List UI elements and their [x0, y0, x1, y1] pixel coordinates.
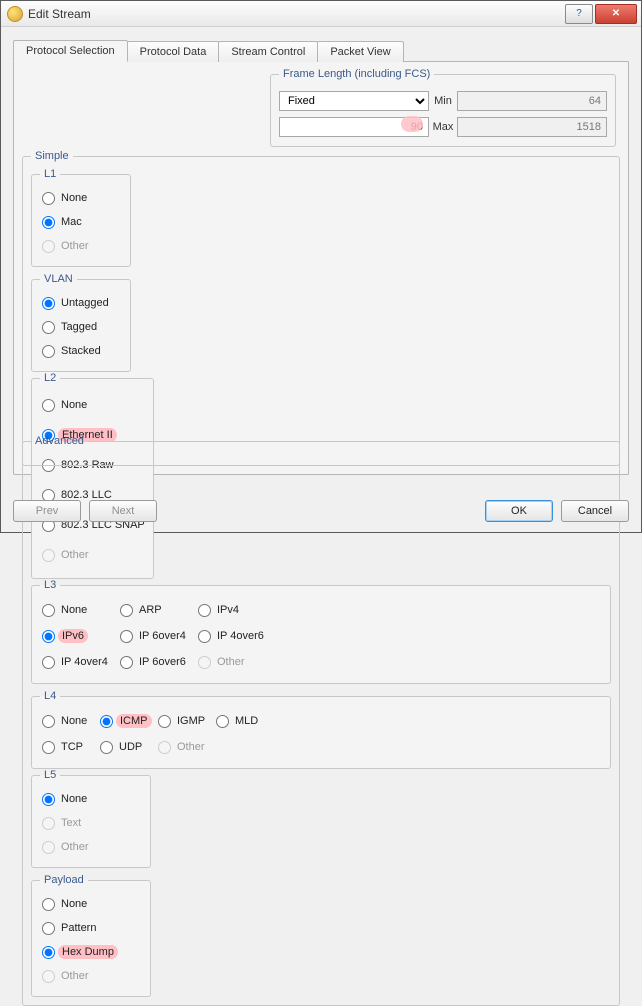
- l4-mld[interactable]: MLD: [214, 709, 272, 733]
- l4-igmp[interactable]: IGMP: [156, 709, 214, 733]
- l4-other: Other: [156, 735, 214, 759]
- vlan-untagged[interactable]: Untagged: [40, 291, 122, 315]
- next-button[interactable]: Next: [89, 500, 157, 522]
- l4-tcp[interactable]: TCP: [40, 735, 98, 759]
- l3-group: L3 None ARP IPv4 IPv6 IP 6over4 IP 4over…: [31, 579, 611, 684]
- tab-bar: Protocol Selection Protocol Data Stream …: [13, 39, 629, 61]
- tab-protocol-data[interactable]: Protocol Data: [127, 41, 220, 62]
- simple-legend: Simple: [31, 150, 73, 162]
- simple-group: Simple L1 None Mac Other VLAN: [22, 150, 620, 1006]
- l1-mac[interactable]: Mac: [40, 210, 122, 234]
- max-label: Max: [429, 121, 457, 133]
- payload-legend: Payload: [40, 874, 88, 886]
- ok-button[interactable]: OK: [485, 500, 553, 522]
- titlebar: Edit Stream ? ✕: [1, 1, 641, 27]
- app-icon: [7, 6, 23, 22]
- l1-group: L1 None Mac Other: [31, 168, 131, 267]
- payload-hexdump[interactable]: Hex Dump: [40, 940, 142, 964]
- vlan-stacked[interactable]: Stacked: [40, 339, 122, 363]
- l4-none[interactable]: None: [40, 709, 98, 733]
- min-value[interactable]: [457, 91, 607, 111]
- payload-group: Payload None Pattern Hex Dump Other: [31, 874, 151, 997]
- dialog-footer: Prev Next OK Cancel: [13, 500, 629, 522]
- close-button[interactable]: ✕: [595, 4, 637, 24]
- help-button[interactable]: ?: [565, 4, 593, 24]
- l3-arp[interactable]: ARP: [118, 598, 196, 622]
- l3-other: Other: [196, 650, 274, 674]
- vlan-legend: VLAN: [40, 273, 77, 285]
- tab-stream-control[interactable]: Stream Control: [218, 41, 318, 62]
- frame-length-value[interactable]: [279, 117, 429, 137]
- l5-none[interactable]: None: [40, 787, 142, 811]
- l4-group: L4 None ICMP IGMP MLD TCP UDP Other: [31, 690, 611, 769]
- frame-length-legend: Frame Length (including FCS): [279, 68, 434, 80]
- payload-pattern[interactable]: Pattern: [40, 916, 142, 940]
- vlan-tagged[interactable]: Tagged: [40, 315, 122, 339]
- l1-other: Other: [40, 234, 122, 258]
- min-label: Min: [429, 95, 457, 107]
- l3-ip6over4[interactable]: IP 6over4: [118, 624, 196, 648]
- l3-legend: L3: [40, 579, 60, 591]
- l5-group: L5 None Text Other: [31, 769, 151, 868]
- l3-none[interactable]: None: [40, 598, 118, 622]
- l2-other: Other: [40, 540, 145, 570]
- tab-packet-view[interactable]: Packet View: [317, 41, 403, 62]
- tab-protocol-selection[interactable]: Protocol Selection: [13, 40, 128, 62]
- payload-other: Other: [40, 964, 142, 988]
- l4-legend: L4: [40, 690, 60, 702]
- payload-none[interactable]: None: [40, 892, 142, 916]
- l2-none[interactable]: None: [40, 390, 145, 420]
- max-value[interactable]: [457, 117, 607, 137]
- l1-none[interactable]: None: [40, 186, 122, 210]
- vlan-group: VLAN Untagged Tagged Stacked: [31, 273, 131, 372]
- frame-length-mode[interactable]: Fixed: [279, 91, 429, 111]
- l3-ipv6[interactable]: IPv6: [40, 624, 118, 648]
- l3-ipv4[interactable]: IPv4: [196, 598, 274, 622]
- cancel-button[interactable]: Cancel: [561, 500, 629, 522]
- l3-ip4over6[interactable]: IP 4over6: [196, 624, 274, 648]
- l3-ip4over4[interactable]: IP 4over4: [40, 650, 118, 674]
- frame-length-group: Frame Length (including FCS) Fixed Min M…: [270, 68, 616, 147]
- l2-group: L2 None Ethernet II 802.3 Raw 802.3 LLC …: [31, 372, 154, 579]
- window-title: Edit Stream: [28, 7, 563, 21]
- l2-legend: L2: [40, 372, 60, 384]
- l1-legend: L1: [40, 168, 60, 180]
- l3-ip6over6[interactable]: IP 6over6: [118, 650, 196, 674]
- l5-other: Other: [40, 835, 142, 859]
- l4-icmp[interactable]: ICMP: [98, 709, 156, 733]
- advanced-legend: Advanced: [31, 435, 88, 447]
- l4-udp[interactable]: UDP: [98, 735, 156, 759]
- l5-legend: L5: [40, 769, 60, 781]
- advanced-group[interactable]: Advanced: [22, 435, 620, 466]
- prev-button[interactable]: Prev: [13, 500, 81, 522]
- tab-panel: Frame Length (including FCS) Fixed Min M…: [13, 61, 629, 475]
- l5-text: Text: [40, 811, 142, 835]
